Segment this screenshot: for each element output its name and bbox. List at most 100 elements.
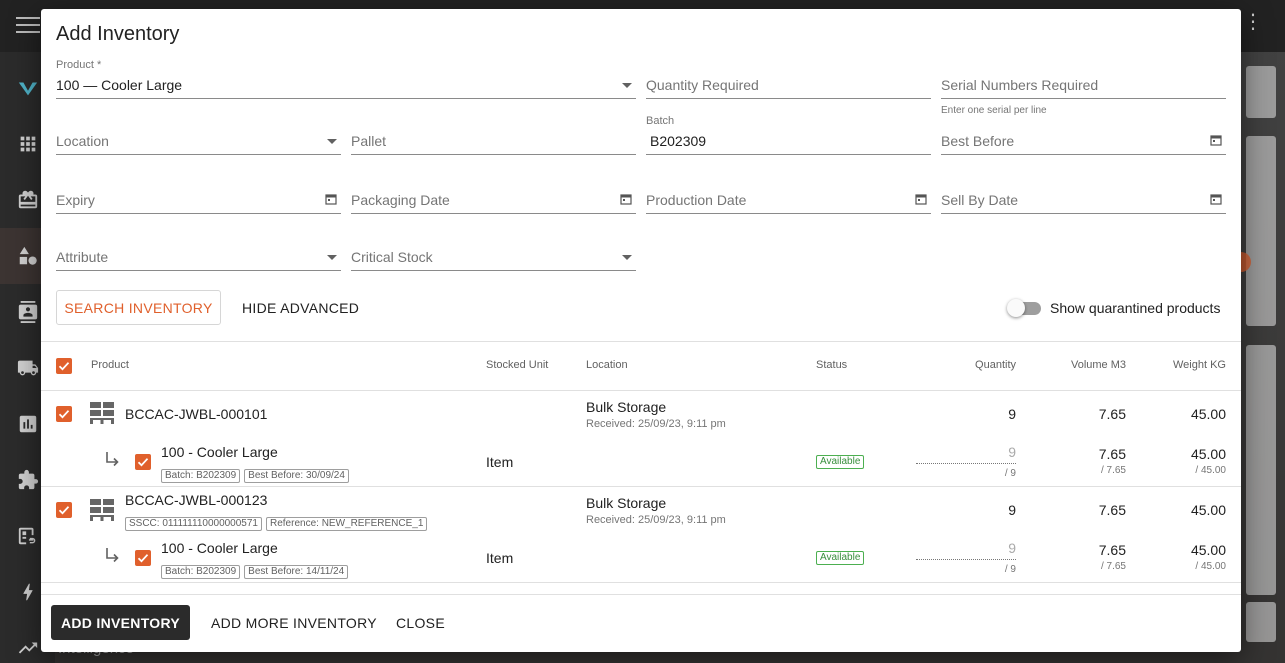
column-header-status[interactable]: Status — [816, 359, 847, 371]
hamburger-menu-icon[interactable] — [14, 12, 42, 36]
quantity-required-placeholder: Quantity Required — [646, 77, 759, 93]
item-volume-total: / 7.65 — [1100, 561, 1126, 572]
item-volume: 7.65 — [1098, 446, 1126, 462]
calendar-icon[interactable] — [1210, 134, 1222, 146]
add-more-inventory-button[interactable]: ADD MORE INVENTORY — [211, 615, 377, 631]
pallet-location: Bulk Storage — [586, 495, 667, 511]
check-icon — [137, 458, 149, 467]
column-header-stocked-unit[interactable]: Stocked Unit — [486, 359, 548, 371]
calendar-icon[interactable] — [1210, 193, 1222, 205]
add-inventory-dialog: Add Inventory Product * 100 — Cooler Lar… — [41, 9, 1241, 652]
location-select[interactable]: Location — [56, 115, 341, 155]
pallet-weight: 45.00 — [1190, 406, 1226, 422]
background-card — [1246, 345, 1276, 595]
hide-advanced-button[interactable]: HIDE ADVANCED — [242, 300, 359, 316]
status-badge: Available — [816, 455, 865, 469]
item-row-checkbox[interactable] — [135, 550, 151, 566]
item-name[interactable]: 100 - Cooler Large — [161, 444, 278, 460]
item-stocked-unit: Item — [486, 454, 514, 470]
attribute-select[interactable]: Attribute — [56, 231, 341, 271]
best-before-field[interactable]: Best Before — [941, 115, 1226, 155]
quarantine-toggle-label: Show quarantined products — [1050, 300, 1221, 316]
critical-stock-select[interactable]: Critical Stock — [351, 231, 636, 271]
item-volume-total: / 7.65 — [1100, 465, 1126, 476]
column-header-location[interactable]: Location — [586, 359, 628, 371]
quantity-input-underline — [916, 463, 1016, 464]
quantity-input-underline — [916, 559, 1016, 560]
critical-stock-placeholder: Critical Stock — [351, 249, 433, 265]
item-name[interactable]: 100 - Cooler Large — [161, 540, 278, 556]
search-inventory-button[interactable]: SEARCH INVENTORY — [56, 290, 221, 325]
production-date-field[interactable]: Production Date — [646, 174, 931, 214]
batch-tag: Batch: B202309 — [161, 565, 241, 579]
sell-by-date-field[interactable]: Sell By Date — [941, 174, 1226, 214]
column-header-volume[interactable]: Volume M3 — [1026, 359, 1126, 371]
item-weight-total: / 45.00 — [1195, 561, 1226, 572]
pallet-volume: 7.65 — [1098, 406, 1126, 422]
product-value: 100 — Cooler Large — [56, 77, 183, 93]
background-card — [1246, 602, 1276, 642]
check-icon — [58, 410, 70, 419]
add-inventory-button[interactable]: ADD INVENTORY — [51, 605, 190, 640]
divider — [41, 582, 1241, 583]
background-card — [1246, 136, 1276, 326]
product-select[interactable]: Product * 100 — Cooler Large — [56, 59, 636, 99]
check-icon — [137, 554, 149, 563]
best-before-tag: Best Before: 30/09/24 — [244, 469, 349, 483]
pallet-quantity: 9 — [1008, 502, 1016, 518]
column-header-weight[interactable]: Weight KG — [1126, 359, 1226, 371]
item-tags: Batch: B202309 Best Before: 14/11/24 — [161, 561, 352, 579]
packaging-date-field[interactable]: Packaging Date — [351, 174, 636, 214]
batch-value: B202309 — [650, 133, 707, 149]
calendar-icon[interactable] — [915, 193, 927, 205]
quarantine-toggle[interactable] — [1007, 299, 1043, 317]
pallet-tags: SSCC: 011111110000000571 Reference: NEW_R… — [125, 513, 431, 531]
best-before-placeholder: Best Before — [941, 133, 1015, 149]
pallet-field[interactable]: Pallet — [351, 115, 636, 155]
pallet-placeholder: Pallet — [351, 133, 387, 149]
pallet-received: Received: 25/09/23, 9:11 pm — [586, 418, 726, 430]
dropdown-arrow-icon — [622, 83, 632, 88]
check-icon — [58, 362, 70, 371]
calendar-icon[interactable] — [325, 193, 337, 205]
subdirectory-arrow-icon — [106, 548, 119, 563]
item-weight-total: / 45.00 — [1195, 465, 1226, 476]
expiry-placeholder: Expiry — [56, 192, 95, 208]
pallet-row-checkbox[interactable] — [56, 502, 72, 518]
column-header-quantity[interactable]: Quantity — [916, 359, 1016, 371]
item-row-checkbox[interactable] — [135, 454, 151, 470]
item-quantity-total: / 9 — [1004, 564, 1016, 575]
background-card — [1246, 66, 1276, 118]
close-button[interactable]: CLOSE — [396, 615, 445, 631]
pallet-icon — [90, 499, 114, 521]
serial-numbers-placeholder: Serial Numbers Required — [941, 77, 1099, 93]
sell-by-date-placeholder: Sell By Date — [941, 192, 1019, 208]
item-quantity-input[interactable]: 9 — [916, 444, 1016, 460]
pallet-code[interactable]: BCCAC-JWBL-000101 — [125, 406, 267, 422]
dropdown-arrow-icon — [327, 139, 337, 144]
item-quantity-input[interactable]: 9 — [916, 540, 1016, 556]
batch-field[interactable]: Batch B202309 — [646, 115, 931, 155]
pallet-icon — [90, 402, 114, 424]
reference-tag: Reference: NEW_REFERENCE_1 — [266, 517, 428, 531]
product-label: Product * — [56, 59, 102, 71]
pallet-row-checkbox[interactable] — [56, 406, 72, 422]
quantity-required-field[interactable]: Quantity Required — [646, 59, 931, 99]
dropdown-arrow-icon — [327, 255, 337, 260]
best-before-tag: Best Before: 14/11/24 — [244, 565, 349, 579]
column-header-product[interactable]: Product — [91, 359, 129, 371]
serial-numbers-field[interactable]: Serial Numbers Required — [941, 59, 1226, 99]
item-weight: 45.00 — [1190, 446, 1226, 462]
more-vert-icon[interactable]: ⋮ — [1243, 12, 1263, 32]
subdirectory-arrow-icon — [106, 452, 119, 467]
pallet-code[interactable]: BCCAC-JWBL-000123 — [125, 492, 267, 508]
item-weight: 45.00 — [1190, 542, 1226, 558]
expiry-field[interactable]: Expiry — [56, 174, 341, 214]
select-all-checkbox[interactable] — [56, 358, 72, 374]
location-placeholder: Location — [56, 133, 109, 149]
dialog-title: Add Inventory — [56, 23, 180, 45]
item-volume: 7.65 — [1098, 542, 1126, 558]
status-badge: Available — [816, 551, 865, 565]
calendar-icon[interactable] — [620, 193, 632, 205]
check-icon — [58, 506, 70, 515]
